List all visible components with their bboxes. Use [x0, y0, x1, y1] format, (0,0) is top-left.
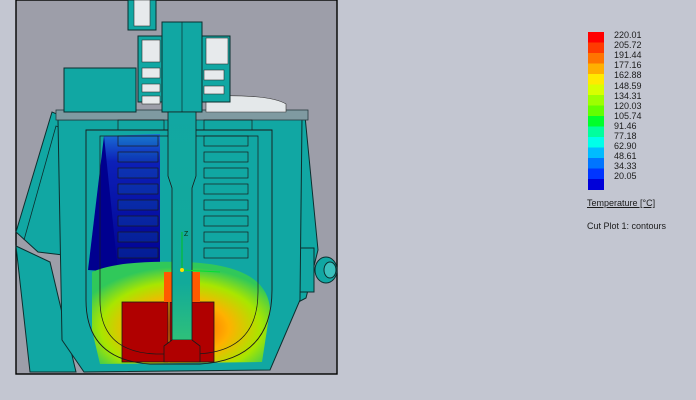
legend-swatch	[588, 158, 604, 169]
legend-value: 20.05	[614, 171, 637, 182]
legend-value: 220.01	[614, 30, 642, 40]
legend-swatch	[588, 179, 604, 190]
legend-swatch	[588, 147, 604, 159]
legend-swatch	[588, 116, 604, 127]
legend-value: 205.72	[614, 40, 642, 51]
cut-plot-caption: Cut Plot 1: contours	[587, 221, 667, 231]
legend-value: 77.18	[614, 131, 637, 141]
legend-value: 162.88	[614, 70, 642, 81]
legend-value: 191.44	[614, 50, 642, 61]
legend-value: 134.31	[614, 90, 642, 101]
cooling-fins-left	[117, 119, 165, 259]
legend-value: 34.33	[614, 161, 637, 172]
legend-swatch	[588, 168, 604, 180]
legend-value: 48.61	[614, 151, 637, 162]
legend-swatch	[588, 126, 604, 138]
legend-value: 177.16	[614, 60, 642, 71]
svg-text:Z: Z	[184, 231, 189, 238]
legend-swatch	[588, 42, 604, 54]
legend-value: 148.59	[614, 80, 642, 91]
graphics-viewport[interactable]: Z 220.01 205.72 191.44 177.16 162.88 148.59 13…	[0, 0, 696, 400]
central-shaft	[167, 111, 197, 341]
legend-value: 105.74	[614, 110, 642, 121]
legend-swatch	[588, 137, 604, 148]
legend-swatch	[588, 105, 604, 117]
legend-swatch	[588, 84, 604, 96]
legend-swatch	[588, 53, 604, 64]
temperature-legend: 220.01 205.72 191.44 177.16 162.88 148.59 134.…	[580, 28, 690, 238]
legend-value: 91.46	[614, 120, 637, 131]
cooling-fins-right	[203, 119, 253, 259]
legend-value: 120.03	[614, 100, 642, 111]
legend-swatch	[588, 32, 604, 43]
legend-swatch	[588, 63, 604, 75]
legend-swatch	[588, 95, 604, 106]
legend-value: 62.90	[614, 141, 637, 152]
legend-swatch	[588, 74, 604, 85]
legend-title: Temperature [°C]	[587, 198, 656, 208]
